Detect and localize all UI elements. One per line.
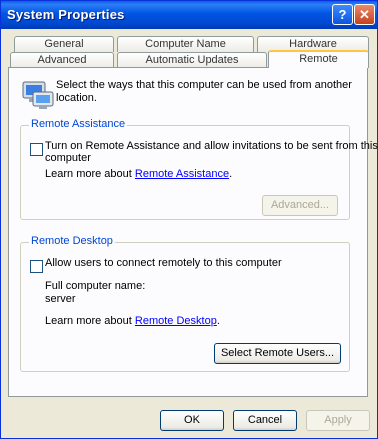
remote-assistance-title: Remote Assistance — [29, 118, 128, 130]
learn-more-suffix: . — [229, 168, 233, 180]
remote-assistance-checkbox-label-line1[interactable]: Turn on Remote Assistance and allow invi… — [45, 140, 378, 152]
remote-desktop-checkbox[interactable] — [30, 260, 43, 273]
cancel-button[interactable]: Cancel — [233, 410, 297, 431]
remote-desktop-checkbox-label[interactable]: Allow users to connect remotely to this … — [45, 257, 282, 269]
system-properties-window: System Properties ? ✕ General Computer N… — [0, 0, 378, 439]
advanced-button[interactable]: Advanced... — [262, 195, 338, 216]
help-button[interactable]: ? — [332, 4, 353, 25]
remote-tab-panel: Select the ways that this computer can b… — [8, 67, 378, 397]
tab-advanced[interactable]: Advanced — [10, 52, 114, 68]
intro-text-line1: Select the ways that this computer can b… — [56, 79, 352, 91]
remote-assistance-checkbox[interactable] — [30, 143, 43, 156]
remote-desktop-group: Remote Desktop Allow users to connect re… — [20, 235, 350, 372]
remote-assistance-group: Remote Assistance Turn on Remote Assista… — [20, 118, 378, 220]
remote-computer-icon — [21, 78, 55, 112]
ok-button[interactable]: OK — [160, 410, 224, 431]
tab-general[interactable]: General — [14, 36, 114, 52]
remote-desktop-link[interactable]: Remote Desktop — [135, 315, 217, 327]
remote-desktop-learn-more: Learn more about Remote Desktop. — [45, 315, 220, 327]
title-bar[interactable]: System Properties ? ✕ — [1, 1, 377, 29]
window-title: System Properties — [7, 7, 125, 22]
full-computer-name-label: Full computer name: — [45, 280, 146, 292]
learn-more-suffix: . — [216, 315, 220, 327]
remote-assistance-link[interactable]: Remote Assistance — [135, 168, 229, 180]
select-remote-users-button[interactable]: Select Remote Users... — [214, 343, 341, 364]
full-computer-name-value: server — [45, 293, 76, 305]
learn-more-prefix: Learn more about — [45, 168, 132, 180]
tab-automatic-updates[interactable]: Automatic Updates — [117, 52, 267, 68]
apply-button[interactable]: Apply — [306, 410, 370, 431]
intro-text-line2: location. — [56, 92, 97, 104]
tab-remote[interactable]: Remote — [268, 50, 369, 68]
close-button[interactable]: ✕ — [354, 4, 375, 25]
remote-desktop-title: Remote Desktop — [29, 235, 115, 247]
tab-computer-name[interactable]: Computer Name — [117, 36, 254, 52]
remote-assistance-learn-more: Learn more about Remote Assistance. — [45, 168, 232, 180]
learn-more-prefix: Learn more about — [45, 315, 132, 327]
remote-assistance-checkbox-label-line2[interactable]: computer — [45, 152, 91, 164]
